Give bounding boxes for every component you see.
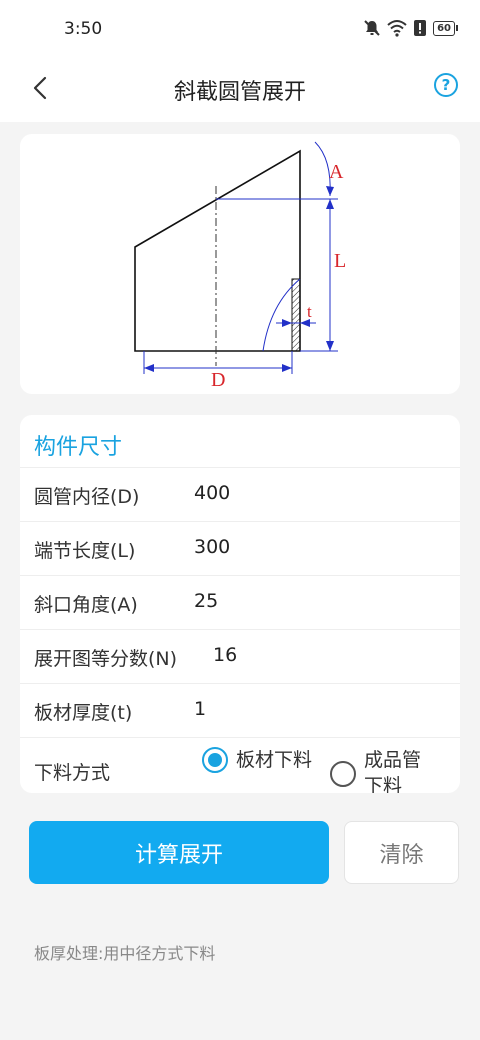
thickness-note: 板厚处理:用中径方式下料 bbox=[34, 944, 216, 963]
row-diameter: 圆管内径(D) 400 bbox=[20, 467, 460, 521]
label-l: L bbox=[334, 250, 346, 272]
diameter-label: 圆管内径(D) bbox=[34, 486, 140, 508]
status-icons: 60 bbox=[363, 19, 458, 37]
dimensions-card: 构件尺寸 圆管内径(D) 400 端节长度(L) 300 斜口角度(A) 25 … bbox=[20, 415, 460, 793]
wall-hatch bbox=[291, 278, 301, 352]
row-divisions: 展开图等分数(N) 16 bbox=[20, 629, 460, 683]
length-input[interactable]: 300 bbox=[194, 536, 230, 558]
help-button[interactable]: ? bbox=[434, 73, 458, 97]
row-cut-method: 下料方式 板材下料 成品管 下料 bbox=[20, 737, 460, 793]
diagram-card: A L t D bbox=[20, 134, 460, 394]
label-t: t bbox=[307, 302, 312, 321]
divisions-label: 展开图等分数(N) bbox=[34, 648, 178, 670]
label-d: D bbox=[211, 369, 225, 391]
page-title: 斜截圆管展开 bbox=[173, 80, 306, 105]
length-label: 端节长度(L) bbox=[34, 540, 136, 562]
angle-input[interactable]: 25 bbox=[194, 590, 218, 612]
radio-selected-dot bbox=[208, 753, 222, 767]
radio-sheet-cut[interactable] bbox=[202, 747, 228, 773]
finished-pipe-label-line2[interactable]: 下料 bbox=[364, 773, 402, 793]
help-icon: ? bbox=[441, 76, 451, 94]
section-title: 构件尺寸 bbox=[34, 435, 123, 460]
wifi-icon bbox=[387, 20, 407, 37]
sheet-cut-label[interactable]: 板材下料 bbox=[236, 747, 312, 773]
clear-button[interactable]: 清除 bbox=[344, 821, 459, 884]
app-bar: 斜截圆管展开 ? bbox=[0, 60, 480, 122]
angle-label: 斜口角度(A) bbox=[34, 594, 138, 616]
cut-method-label: 下料方式 bbox=[34, 762, 111, 784]
radio-finished-pipe[interactable] bbox=[330, 761, 356, 787]
thickness-input[interactable]: 1 bbox=[194, 698, 206, 720]
battery-level: 60 bbox=[433, 20, 455, 36]
mute-bell-icon bbox=[364, 20, 380, 36]
thickness-label: 板材厚度(t) bbox=[34, 702, 133, 724]
row-angle: 斜口角度(A) 25 bbox=[20, 575, 460, 629]
row-thickness: 板材厚度(t) 1 bbox=[20, 683, 460, 737]
diameter-input[interactable]: 400 bbox=[194, 482, 230, 504]
pipe-cut-diagram: A L t D bbox=[134, 141, 346, 391]
alert-sim-icon bbox=[414, 20, 427, 36]
row-length: 端节长度(L) 300 bbox=[20, 521, 460, 575]
status-time: 3:50 bbox=[64, 19, 103, 39]
battery-icon: 60 bbox=[433, 20, 458, 36]
label-a: A bbox=[329, 161, 344, 183]
divisions-input[interactable]: 16 bbox=[213, 644, 237, 666]
pipe-outline bbox=[134, 149, 301, 352]
status-bar: 3:50 60 bbox=[0, 0, 480, 60]
finished-pipe-label-line1[interactable]: 成品管 bbox=[364, 747, 421, 773]
calculate-button[interactable]: 计算展开 bbox=[29, 821, 329, 884]
